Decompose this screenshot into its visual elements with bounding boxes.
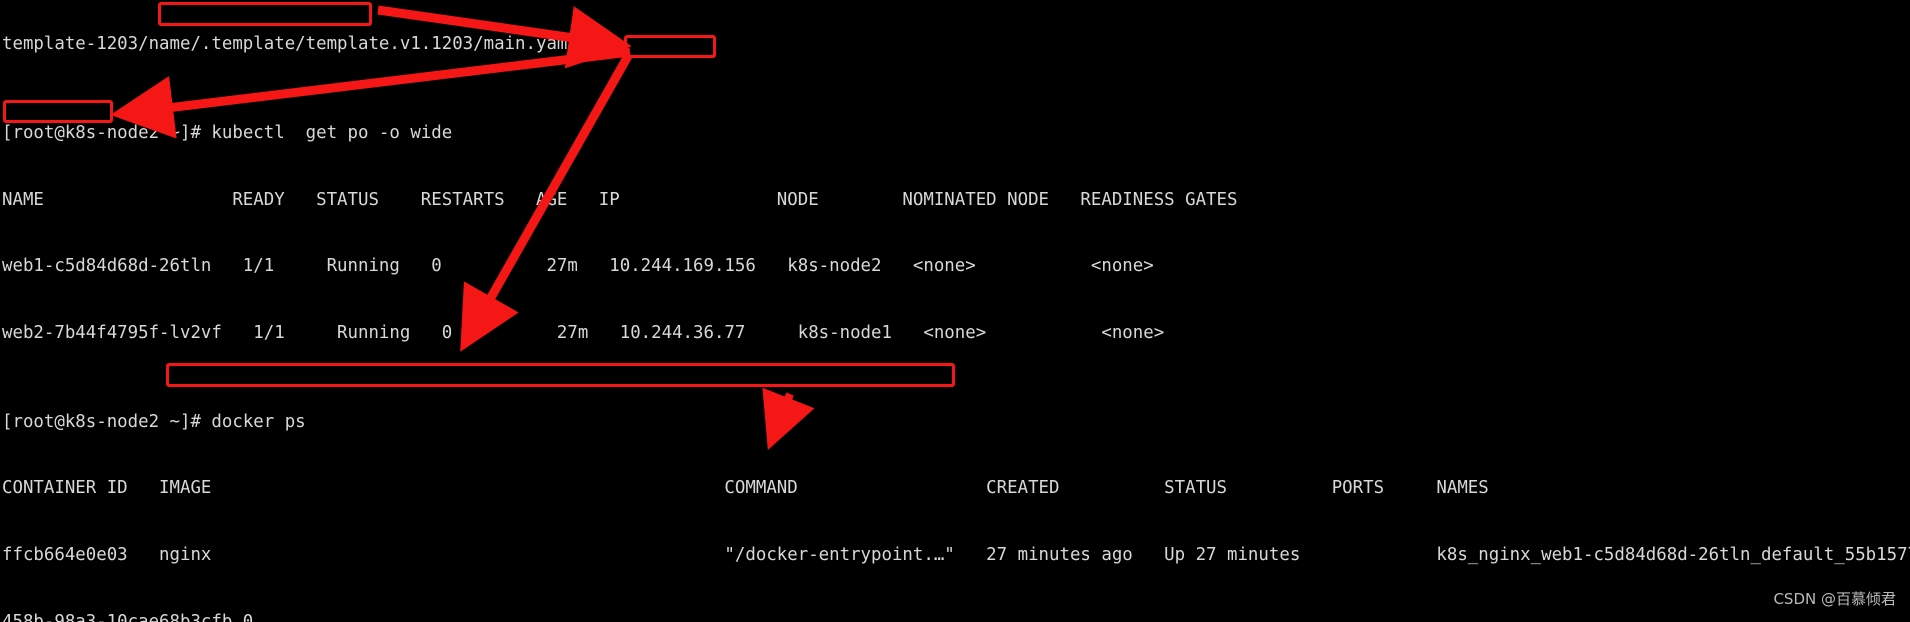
command-line-kubectl: [root@k8s-node2 ~]# kubectl get po -o wi…	[2, 122, 1910, 144]
pods-table-row: web1-c5d84d68d-26tln 1/1 Running 0 27m 1…	[2, 256, 1154, 277]
shell-prompt: [root@k8s-node2 ~]#	[2, 411, 212, 432]
terminal-window[interactable]: template-1203/name/.template/template.v1…	[0, 0, 1910, 622]
docker-ps-command-text: docker ps	[211, 411, 306, 432]
command-line-docker-ps: [root@k8s-node2 ~]# docker ps	[2, 411, 1910, 433]
partial-top-line: template-1203/name/.template/template.v1…	[2, 34, 578, 55]
docker-ps-row: ffcb664e0e03 nginx "/docker-entrypoint.……	[2, 544, 1910, 565]
terminal-scrollback: template-1203/name/.template/template.v1…	[2, 0, 1910, 622]
shell-prompt: [root@k8s-node2 ~]#	[2, 123, 212, 144]
pods-table-row: web2-7b44f4795f-lv2vf 1/1 Running 0 27m …	[2, 322, 1165, 343]
csdn-watermark: CSDN @百慕倾君	[1773, 589, 1896, 608]
docker-ps-header: CONTAINER ID IMAGE COMMAND CREATED STATU…	[2, 478, 1489, 499]
pods-table-header: NAME READY STATUS RESTARTS AGE IP NODE N…	[2, 189, 1238, 210]
kubectl-command-text: kubectl get po -o wide	[211, 123, 453, 144]
docker-ps-row: 458b-98a3-10cae68b3cfb_0	[2, 611, 254, 622]
